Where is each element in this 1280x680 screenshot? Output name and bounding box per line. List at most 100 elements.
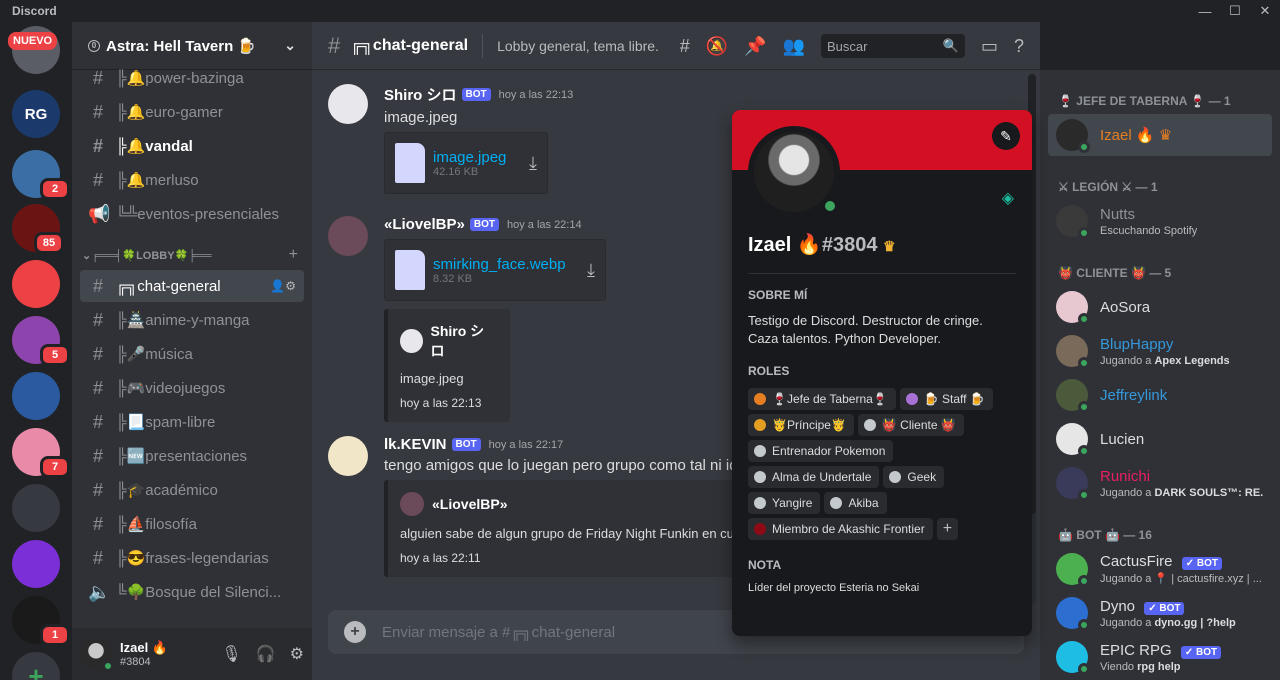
message-author[interactable]: «LiovelBP»: [384, 216, 465, 233]
member-item[interactable]: Runichi Jugando a DARK SOULS™: RE...: [1048, 462, 1272, 504]
channel-item[interactable]: # ╠🔔euro-gamer: [80, 96, 304, 128]
user-name: Izael 🔥: [120, 640, 168, 655]
inbox-icon[interactable]: ▭: [981, 36, 998, 57]
online-status-icon: [1078, 445, 1090, 457]
role-pill[interactable]: Geek: [883, 466, 945, 488]
search-input[interactable]: Buscar 🔍: [820, 34, 965, 58]
channel-item[interactable]: # ╠🆕presentaciones: [80, 440, 304, 472]
headphones-icon[interactable]: 🎧: [256, 644, 276, 664]
online-status-icon: [1078, 357, 1090, 369]
voice-channel-item[interactable]: 🔈 ╚🌳Bosque del Silenci...: [80, 576, 304, 608]
channel-item[interactable]: # ╠🎤música: [80, 338, 304, 370]
server-icon-9[interactable]: [12, 484, 60, 532]
message-author[interactable]: lk.KEVIN: [384, 436, 447, 453]
channel-item[interactable]: # ╠🔔power-bazinga: [80, 62, 304, 94]
online-status-icon: [1078, 663, 1090, 675]
file-size: 42.16 KB: [433, 165, 479, 178]
hash-icon: #: [92, 377, 103, 398]
member-item[interactable]: Izael 🔥 ♛: [1048, 114, 1272, 156]
hypesquad-badge-icon: ◈: [1001, 190, 1014, 207]
server-icon-7[interactable]: [12, 372, 60, 420]
hash-icon: #: [92, 445, 103, 466]
member-item[interactable]: CactusFire ✓ BOT Jugando a 📍 | cactusfire…: [1048, 548, 1272, 590]
add-role-button[interactable]: +: [936, 518, 959, 540]
close-button[interactable]: ✕: [1250, 0, 1280, 22]
category-lobby[interactable]: ⌄ ╒══╡🍀LOBBY🍀╞══ +: [80, 244, 304, 266]
channel-item[interactable]: # ╠🔔vandal: [80, 130, 304, 162]
avatar: [1056, 423, 1090, 457]
help-icon[interactable]: ?: [1014, 36, 1024, 57]
avatar: [1056, 335, 1090, 369]
avatar: [1056, 119, 1090, 153]
member-item[interactable]: Nutts Escuchando Spotify: [1048, 200, 1272, 242]
file-link[interactable]: smirking_face.webp: [433, 256, 566, 273]
server-rail: NUEVO RG 2 85 5 7 1 +: [0, 22, 72, 680]
members-icon[interactable]: 👥: [783, 36, 805, 57]
member-item[interactable]: Jeffreylink: [1048, 374, 1272, 416]
note-text[interactable]: Líder del proyecto Esteria no Sekai: [748, 582, 1016, 594]
edit-pencil-icon[interactable]: ✎: [992, 122, 1020, 150]
member-item[interactable]: Dyno ✓ BOT Jugando a dyno.gg | ?help: [1048, 592, 1272, 634]
file-attachment: image.jpeg 42.16 KB ⤓: [384, 132, 548, 194]
avatar[interactable]: [328, 436, 368, 476]
role-pill[interactable]: Miembro de Akashic Frontier: [748, 518, 933, 540]
mute-bell-icon[interactable]: 🔕: [706, 36, 728, 57]
member-item[interactable]: AoSora: [1048, 286, 1272, 328]
role-pill[interactable]: 🍺 Staff 🍺: [899, 388, 993, 410]
server-icon-rg[interactable]: RG: [12, 90, 60, 138]
channel-item[interactable]: 📢 ╚╩eventos-presenciales: [80, 198, 304, 230]
minimize-button[interactable]: —: [1190, 0, 1220, 22]
message-timestamp: hoy a las 22:13: [498, 88, 574, 101]
add-server-button[interactable]: +: [12, 652, 60, 680]
avatar: [1056, 553, 1090, 587]
avatar: [1056, 205, 1090, 239]
channel-item[interactable]: # ╠📃spam-libre: [80, 406, 304, 438]
role-pill[interactable]: 🍷Jefe de Taberna🍷: [748, 388, 896, 410]
role-pill[interactable]: Yangire: [748, 492, 821, 514]
file-link[interactable]: image.jpeg: [433, 149, 506, 166]
mention-badge: 7: [40, 456, 70, 478]
bot-badge: BOT: [469, 218, 499, 231]
avatar[interactable]: [328, 216, 368, 256]
channel-item[interactable]: # ╠🔔merluso: [80, 164, 304, 196]
member-item[interactable]: Lucien: [1048, 418, 1272, 460]
avatar[interactable]: [80, 638, 114, 672]
server-icon-5[interactable]: [12, 260, 60, 308]
role-pill[interactable]: Akiba: [824, 492, 887, 514]
channel-item[interactable]: # ╠⛵filosofía: [80, 508, 304, 540]
message-author[interactable]: Shiro シロ: [384, 84, 457, 105]
hash-icon: #: [92, 169, 103, 190]
online-status-icon: [1078, 313, 1090, 325]
nuevo-badge: NUEVO: [8, 32, 58, 50]
add-channel-icon[interactable]: +: [289, 246, 298, 264]
channel-item[interactable]: # ╠🏯anime-y-manga: [80, 304, 304, 336]
role-pill[interactable]: 🤴Príncipe🤴: [748, 414, 854, 436]
gear-icon[interactable]: ⚙: [290, 644, 304, 664]
member-item[interactable]: BlupHappy Jugando a Apex Legends: [1048, 330, 1272, 372]
channel-item[interactable]: # ╠🎓académico: [80, 474, 304, 506]
threads-icon[interactable]: #: [680, 36, 690, 57]
role-pill[interactable]: Alma de Undertale: [748, 466, 880, 488]
message-timestamp: hoy a las 22:17: [488, 438, 564, 451]
pin-icon[interactable]: 📌: [744, 36, 766, 57]
channel-item-chat-general[interactable]: # ╔╗chat-general 👤⚙: [80, 270, 304, 302]
invite-settings-icons[interactable]: 👤⚙: [270, 279, 296, 293]
upload-plus-icon[interactable]: +: [344, 621, 366, 643]
download-icon[interactable]: ⤓: [587, 260, 595, 281]
maximize-button[interactable]: ☐: [1220, 0, 1250, 22]
mention-badge: 5: [40, 344, 70, 366]
reply-embed: Shiro シロ image.jpeg hoy a las 22:13: [384, 309, 510, 422]
channel-item[interactable]: # ╠🎮videojuegos: [80, 372, 304, 404]
channel-item[interactable]: # ╠😎frases-legendarias: [80, 542, 304, 574]
bot-badge: BOT: [461, 88, 491, 101]
server-icon-10[interactable]: [12, 540, 60, 588]
role-pill[interactable]: Entrenador Pokemon: [748, 440, 894, 462]
avatar[interactable]: [328, 84, 368, 124]
online-status-icon: [1078, 575, 1090, 587]
member-group-header: 👹 CLIENTE 👹 — 5: [1058, 266, 1172, 280]
role-pill[interactable]: 👹 Cliente 👹: [857, 414, 964, 436]
member-item[interactable]: EPIC RPG ✓ BOT Viendo rpg help: [1048, 636, 1272, 678]
download-icon[interactable]: ⤓: [529, 153, 537, 174]
roles-header: ROLES: [748, 364, 790, 378]
microphone-icon[interactable]: 🎙: [221, 644, 241, 664]
